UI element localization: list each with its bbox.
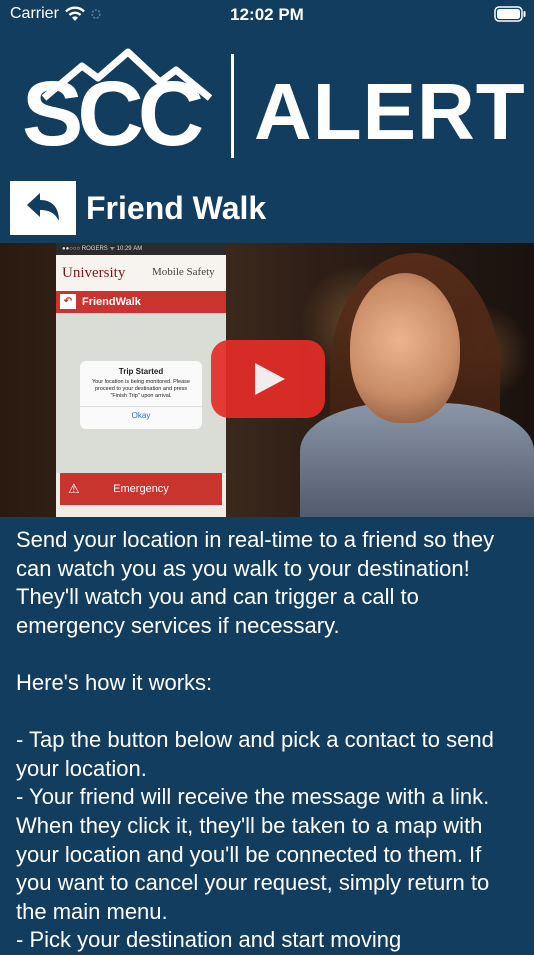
- logo-divider: [231, 54, 234, 158]
- phone-header-logo: University: [62, 265, 126, 281]
- status-time: 12:02 PM: [230, 5, 304, 24]
- logo-alert-text: ALERT: [254, 67, 526, 156]
- phone-back-icon: ↶: [60, 294, 76, 309]
- description-text: Send your location in real-time to a fri…: [16, 527, 495, 953]
- warning-icon: ⚠: [68, 481, 80, 496]
- page-title: Friend Walk: [86, 190, 267, 226]
- scc-alert-logo: SCC ALERT: [0, 48, 534, 166]
- phone-header-label: Mobile Safety: [152, 266, 215, 278]
- play-icon: [255, 363, 285, 395]
- phone-dialog-okay: Okay: [80, 406, 202, 420]
- battery-icon: [494, 6, 526, 22]
- video-person-face: [350, 273, 460, 423]
- phone-dialog-body: Your location is being monitored. Please…: [92, 379, 190, 399]
- status-bar: Carrier 12:02 PM: [0, 0, 534, 30]
- phone-nav-bar: ↶ FriendWalk: [56, 291, 226, 313]
- phone-dialog: Trip Started Your location is being moni…: [80, 361, 202, 429]
- phone-emergency-label: Emergency: [113, 483, 169, 495]
- logo-scc-text: SCC: [22, 63, 204, 165]
- phone-nav-title: FriendWalk: [82, 296, 141, 308]
- back-button[interactable]: [10, 181, 76, 235]
- phone-emergency-button: ⚠ Emergency: [60, 473, 222, 505]
- video-play-button[interactable]: [211, 340, 325, 418]
- phone-status-bar: ●●○○○ ROGERS ᯤ 10:29 AM: [56, 243, 226, 255]
- back-arrow-icon: [27, 193, 59, 221]
- phone-header: University Mobile Safety: [56, 255, 226, 291]
- phone-dialog-title: Trip Started: [118, 367, 164, 376]
- video-phone-screen: ●●○○○ ROGERS ᯤ 10:29 AM University Mobil…: [56, 243, 226, 517]
